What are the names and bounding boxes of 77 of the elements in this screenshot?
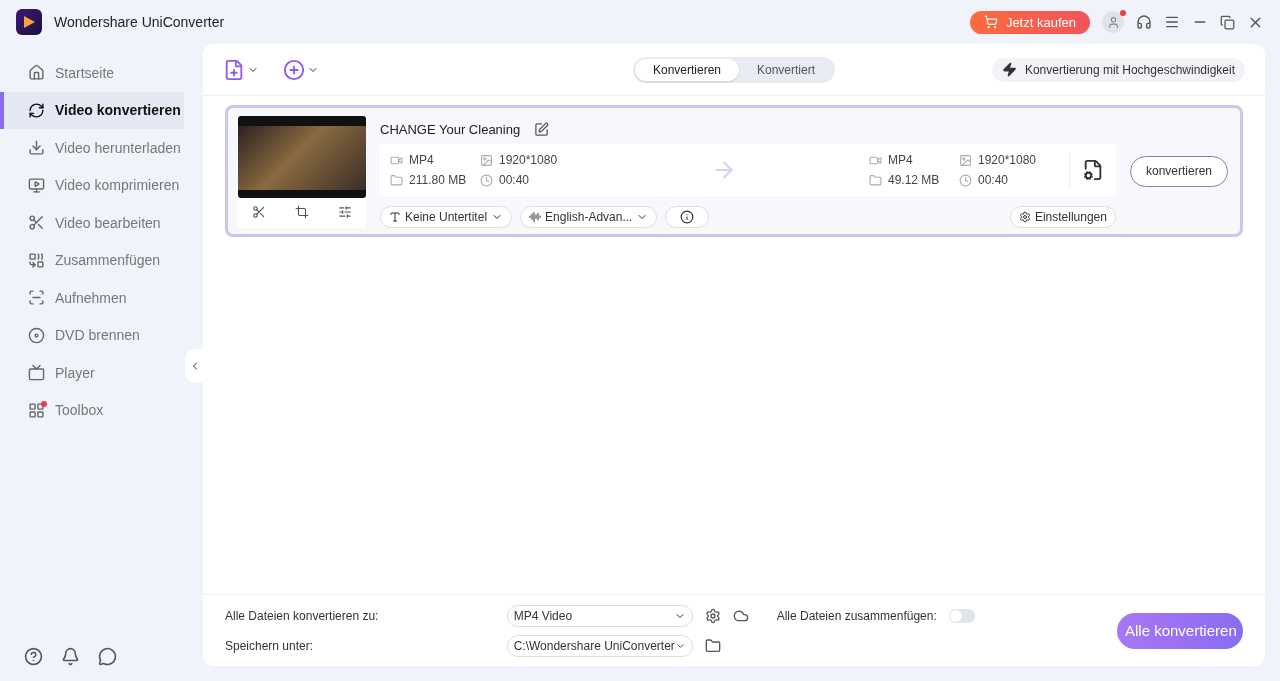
grid-icon [28,401,45,419]
sidebar-item[interactable]: Video herunterladen [0,129,184,167]
user-icon [1106,15,1120,29]
tab[interactable]: Konvertiert [739,58,834,81]
save-label: Speichern unter: [225,638,315,653]
sliders-icon[interactable] [337,205,352,219]
account-button[interactable] [1102,11,1124,33]
duration-text: 00:40 [499,173,530,187]
sidebar-item[interactable]: DVD brennen [0,316,184,354]
format-text: MP4 [887,153,913,167]
sidebar-item[interactable]: Video komprimieren [0,166,184,204]
notification-dot [1120,10,1126,16]
image-icon [480,153,493,167]
size-text: 49.12 MB [887,173,940,187]
merge-icon [28,251,45,269]
sidebar-item[interactable]: Aufnehmen [0,279,184,317]
duration-text: 00:40 [977,173,1008,187]
home-icon [28,64,45,82]
convert-button[interactable]: konvertieren [1129,155,1228,187]
menu-icon[interactable] [1164,14,1180,30]
size-text: 211.80 MB [409,173,467,187]
merge-toggle[interactable] [948,608,975,623]
audio-wave-icon [529,211,542,223]
sidebar-item[interactable]: Startseite [0,54,184,92]
image-icon [958,153,972,167]
tab[interactable]: Konvertieren [634,58,739,81]
subtitle-dropdown[interactable]: Keine Untertitel [380,206,513,228]
tv-icon [28,364,45,382]
restore-icon[interactable] [1220,14,1235,30]
high-speed-button[interactable]: Konvertierung mit Hochgeschwindigkeit [991,57,1245,82]
text-icon [389,211,401,223]
info-icon [680,210,695,224]
screen-record-icon [28,289,45,307]
add-media-button[interactable] [283,58,319,81]
download-icon [28,139,45,157]
resolution-text: 1920*1080 [499,153,558,167]
clock-icon [958,173,972,187]
info-button[interactable] [665,206,710,228]
app-title: Wondershare UniConverter [54,14,226,30]
settings-icon[interactable] [704,607,721,624]
scissors-icon[interactable] [252,205,267,219]
folder-icon[interactable] [704,637,721,654]
resolution-text: 1920*1080 [977,153,1036,167]
scissors-icon [28,214,45,232]
sidebar-item[interactable]: Video konvertieren [0,91,184,129]
add-file-button[interactable] [223,58,259,81]
sidebar-item[interactable]: Toolbox [0,391,184,429]
crop-icon[interactable] [295,205,309,219]
sidebar-item[interactable]: Player [0,354,184,392]
help-icon[interactable] [24,647,43,666]
format-label: Alle Dateien konvertieren zu: [225,608,380,623]
app-logo-icon [16,9,42,35]
disc-icon [28,326,45,344]
edit-icon[interactable] [534,121,550,137]
format-text: MP4 [409,153,434,167]
folder-icon [868,173,882,187]
bell-icon[interactable] [61,647,80,666]
file-title: CHANGE Your Cleaning [380,121,521,137]
notification-dot [41,400,47,407]
merge-label: Alle Dateien zusammenfügen: [776,608,937,623]
feedback-icon[interactable] [98,647,117,666]
gear-icon [1018,211,1031,223]
lightning-icon [1001,62,1017,77]
plus-circle-icon [283,58,305,81]
sidebar-item[interactable]: Video bearbeiten [0,204,184,242]
file-plus-icon [223,58,245,81]
sidebar-item[interactable]: Zusammenfügen [0,241,184,279]
support-icon[interactable] [1136,14,1152,30]
folder-icon [390,173,403,187]
clock-icon [480,173,493,187]
cart-icon [983,15,998,29]
convert-icon [28,101,45,119]
settings-button[interactable]: Einstellungen [1009,206,1116,228]
buy-button[interactable]: Jetzt kaufen [969,10,1090,34]
convert-all-button[interactable]: Alle konvertieren [1117,612,1243,649]
audio-dropdown[interactable]: English-Advan... [520,206,658,228]
monitor-play-icon [28,176,45,194]
